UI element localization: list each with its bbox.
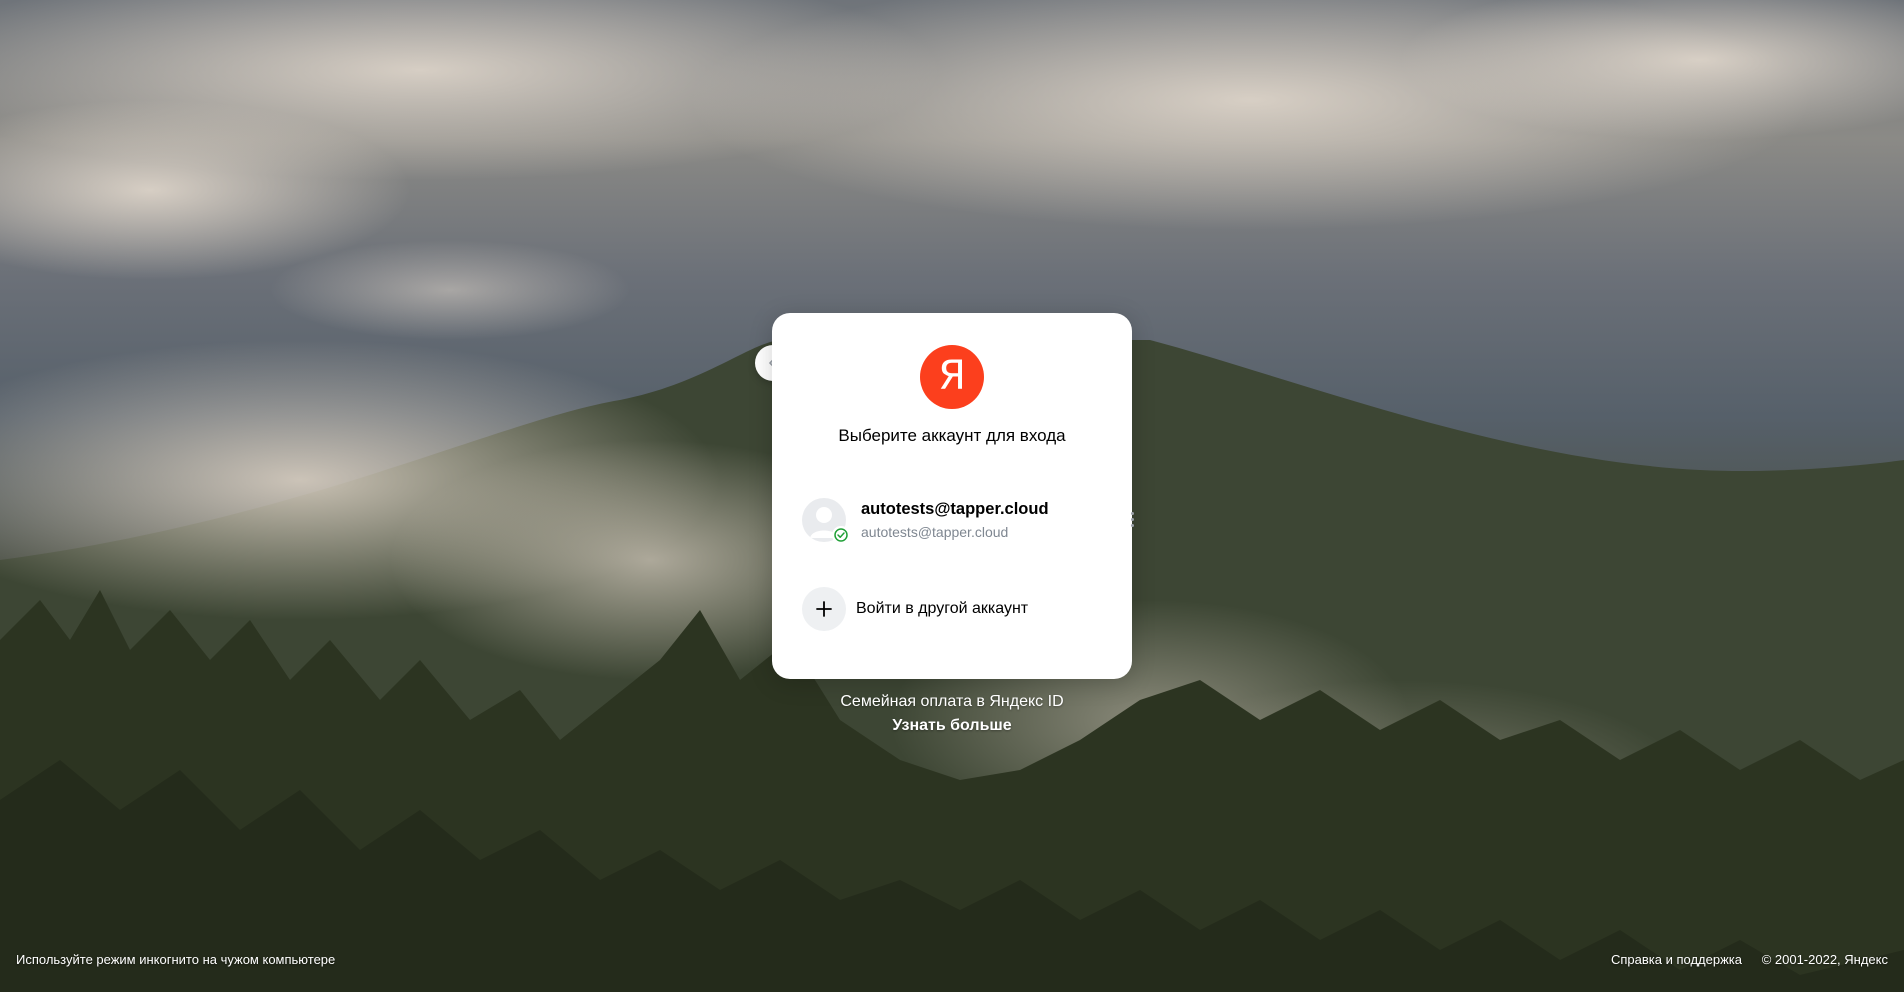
yandex-logo[interactable]: Я [920,345,984,409]
account-display-name: autotests@tapper.cloud [861,500,1049,518]
account-item[interactable]: autotests@tapper.cloud autotests@tapper.… [802,498,1134,554]
incognito-hint[interactable]: Используйте режим инкогнито на чужом ком… [16,952,335,967]
yandex-logo-letter: Я [938,353,966,399]
account-picker-card: Я Выберите аккаунт для входа autotests@t… [772,313,1134,679]
plus-icon [816,601,832,617]
account-email: autotests@tapper.cloud [861,524,1009,540]
verified-status [832,526,850,544]
copyright[interactable]: © 2001-2022, Яндекс [1762,952,1888,967]
promo-text: Семейная оплата в Яндекс ID [840,693,1064,710]
add-account-icon-circle [802,587,846,631]
add-account-button[interactable]: Войти в другой аккаунт [802,587,1082,633]
add-account-label: Войти в другой аккаунт [856,600,1029,617]
vertical-dots-icon [1130,511,1134,515]
page-title: Выберите аккаунт для входа [838,426,1066,445]
verified-check-icon [834,528,848,542]
promo-learn-more-link[interactable]: Узнать больше [772,717,1132,735]
account-more-button[interactable] [1122,504,1142,534]
help-support-link[interactable]: Справка и поддержка [1611,952,1742,967]
